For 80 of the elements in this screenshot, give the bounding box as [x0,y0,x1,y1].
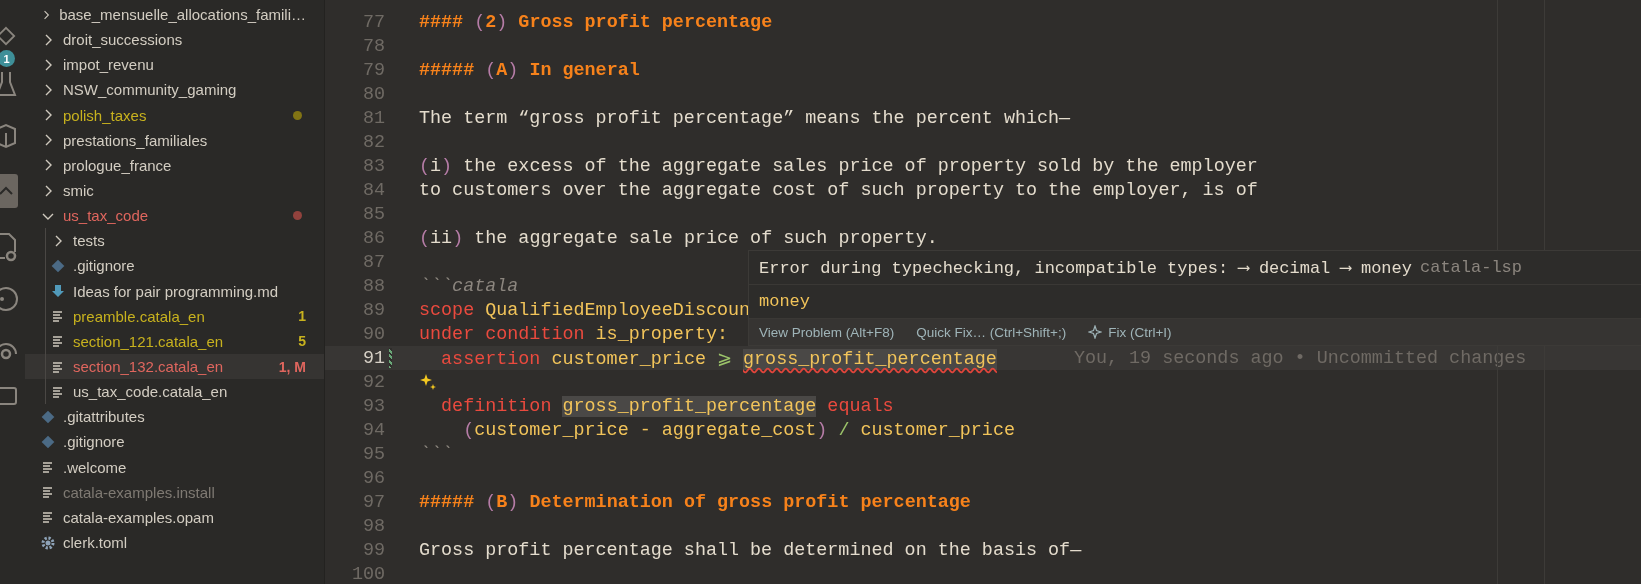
box-icon[interactable] [0,122,18,150]
line-number: 90 [361,323,385,345]
error-message: Error during typechecking, incompatible types: ⟶ decimal ⟶ money [759,258,1412,278]
code-line: ```catala [419,275,519,297]
gear-icon [40,534,56,551]
type-detail: money [759,292,810,311]
line-number: 87 [361,251,385,273]
line-number: 89 [361,299,385,321]
line-number: 85 [361,203,385,225]
tree-item[interactable]: .gitignore [25,253,324,279]
tree-item[interactable]: preamble.catala_en 1 [25,303,324,329]
code-line: assertion customer_price ⩾ gross_profit_percentage [440,347,997,370]
line-number: 91 [361,347,385,369]
popup-action[interactable]: Fix (Ctrl+I) [1088,324,1172,340]
code-line: under condition is_property: [419,323,729,345]
line-number: 81 [361,107,385,129]
tree-item[interactable]: droit_successions [25,27,324,53]
code-line: (ii) the aggregate sale price of such property. [419,227,938,249]
tree-item[interactable]: clerk.toml [25,529,324,556]
line-number: 79 [361,59,385,81]
code-line: (i) the excess of the aggregate sales price of property sold by the employer [419,155,1258,177]
code-line: scope QualifiedEmployeeDiscoun [419,299,751,321]
code-line: definition gross_profit_percentage equals [440,395,894,417]
tree-item[interactable]: us_tax_code [25,203,324,229]
tree-item[interactable]: .gitignore [25,429,324,455]
window-icon[interactable] [0,386,18,406]
tree-item[interactable]: smic [25,178,324,204]
line-number: 86 [361,227,385,249]
tree-item[interactable]: tests [25,228,324,254]
line-number: 83 [361,155,385,177]
line-number: 82 [361,131,385,153]
code-line: #### (2) Gross profit percentage [419,11,773,33]
source-label: catala-lsp [1420,258,1522,277]
tree-item[interactable]: catala-examples.opam [25,504,324,530]
popup-action[interactable]: View Problem (Alt+F8) [759,324,895,340]
line-number: 98 [361,515,385,537]
tree-item[interactable]: prologue_france [25,152,324,178]
line-number: 88 [361,275,385,297]
code-line: to customers over the aggregate cost of such property to the employer, is of [419,179,1258,201]
code-line: ##### (B) Determination of gross profit percentage [419,491,971,513]
code-line: The term “gross profit percentage” means the percent which— [419,107,1071,129]
code-line: Gross profit percentage shall be determined on the basis of— [419,539,1082,561]
sparkle-icon[interactable] [419,373,437,391]
code-line: ``` [419,443,453,465]
tree-item[interactable]: .gitattributes [25,404,324,430]
tree-item[interactable]: polish_taxes [25,102,324,128]
bookmark-icon[interactable] [0,174,18,208]
tree-item[interactable]: NSW_community_gaming [25,77,324,103]
tree-item[interactable]: section_121.catala_en 5 [25,328,324,354]
line-number: 94 [361,419,385,441]
line-number: 100 [350,563,385,584]
down-arrow-icon [50,283,66,300]
line-number: 95 [361,443,385,465]
source-control-icon[interactable] [0,26,17,46]
flask-icon[interactable] [0,70,18,98]
tree-item[interactable]: us_tax_code.catala_en [25,379,324,405]
line-number: 97 [361,491,385,513]
problem-count: 1 [298,308,306,325]
code-line: (customer_price - aggregate_cost) / customer_price [462,419,1015,441]
line-number: 99 [361,539,385,561]
tree-item[interactable]: .welcome [25,454,324,480]
notification-badge: 1 [0,50,15,67]
line-number: 78 [361,35,385,57]
line-number: 96 [361,467,385,489]
tree-item[interactable]: section_132.catala_en 1, M [25,353,324,380]
problem-count: 1, M [278,358,306,375]
line-number: 77 [361,11,385,33]
tree-item[interactable]: prestations_familiales [25,127,324,153]
tree-item[interactable]: impot_revenu [25,52,324,78]
problem-count: 5 [298,333,306,350]
line-number: 93 [361,395,385,417]
file-gear-icon[interactable] [0,232,18,262]
line-number: 92 [361,371,385,393]
line-number: 80 [361,83,385,105]
sparkle-icon [1088,325,1103,339]
code-line: ##### (A) In general [419,59,640,81]
line-number: 84 [361,179,385,201]
popup-action[interactable]: Quick Fix… (Ctrl+Shift+;) [916,324,1067,340]
tree-item[interactable]: Ideas for pair programming.md [25,278,324,304]
tree-item[interactable]: base_mensuelle_allocations_famili… [25,2,324,28]
